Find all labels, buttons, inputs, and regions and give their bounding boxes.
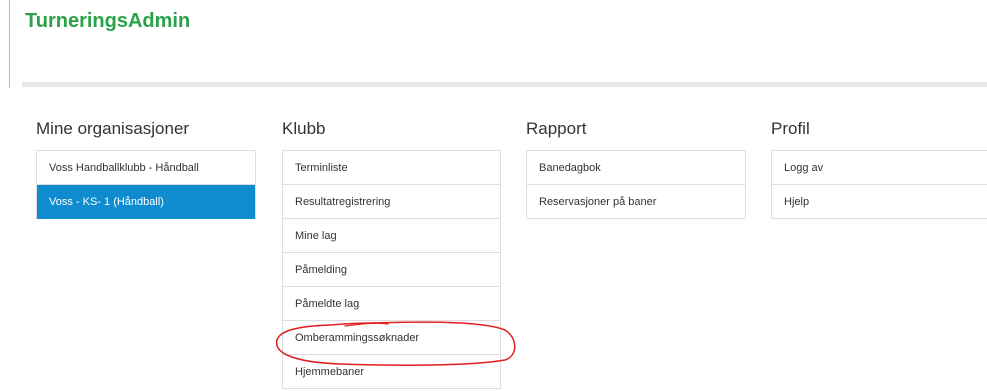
left-accent-line bbox=[9, 0, 10, 88]
organizations-heading: Mine organisasjoner bbox=[36, 119, 190, 138]
report-column: Rapport Banedagbok Reservasjoner på bane… bbox=[526, 120, 746, 219]
org-item-voss-handballklubb[interactable]: Voss Handballklubb - Håndball bbox=[37, 151, 255, 185]
header-divider bbox=[22, 82, 987, 87]
club-column: Klubb Terminliste Resultatregistrering M… bbox=[282, 120, 501, 389]
profile-item-hjelp[interactable]: Hjelp bbox=[772, 185, 987, 219]
org-item-voss-ks-1[interactable]: Voss - KS- 1 (Håndball) bbox=[37, 185, 255, 219]
club-heading: Klubb bbox=[282, 119, 326, 138]
club-item-mine-lag[interactable]: Mine lag bbox=[283, 219, 500, 253]
app-title[interactable]: TurneringsAdmin bbox=[25, 10, 190, 33]
report-item-banedagbok[interactable]: Banedagbok bbox=[527, 151, 745, 185]
report-item-reservasjoner[interactable]: Reservasjoner på baner bbox=[527, 185, 745, 219]
profile-item-logg-av[interactable]: Logg av bbox=[772, 151, 987, 185]
profile-heading: Profil bbox=[771, 119, 810, 138]
profile-menu: Logg av Hjelp bbox=[771, 150, 987, 219]
club-item-resultatregistrering[interactable]: Resultatregistrering bbox=[283, 185, 500, 219]
report-menu: Banedagbok Reservasjoner på baner bbox=[526, 150, 746, 219]
club-item-pamelding[interactable]: Påmelding bbox=[283, 253, 500, 287]
club-item-omberammingssoknader[interactable]: Omberammingssøknader bbox=[283, 321, 500, 355]
profile-column: Profil Logg av Hjelp bbox=[771, 120, 987, 219]
organizations-column: Mine organisasjoner Voss Handballklubb -… bbox=[36, 120, 256, 219]
report-heading: Rapport bbox=[526, 119, 587, 138]
club-item-pameldte-lag[interactable]: Påmeldte lag bbox=[283, 287, 500, 321]
club-item-hjemmebaner[interactable]: Hjemmebaner bbox=[283, 355, 500, 389]
club-item-terminliste[interactable]: Terminliste bbox=[283, 151, 500, 185]
organizations-list: Voss Handballklubb - Håndball Voss - KS-… bbox=[36, 150, 256, 219]
club-menu: Terminliste Resultatregistrering Mine la… bbox=[282, 150, 501, 389]
